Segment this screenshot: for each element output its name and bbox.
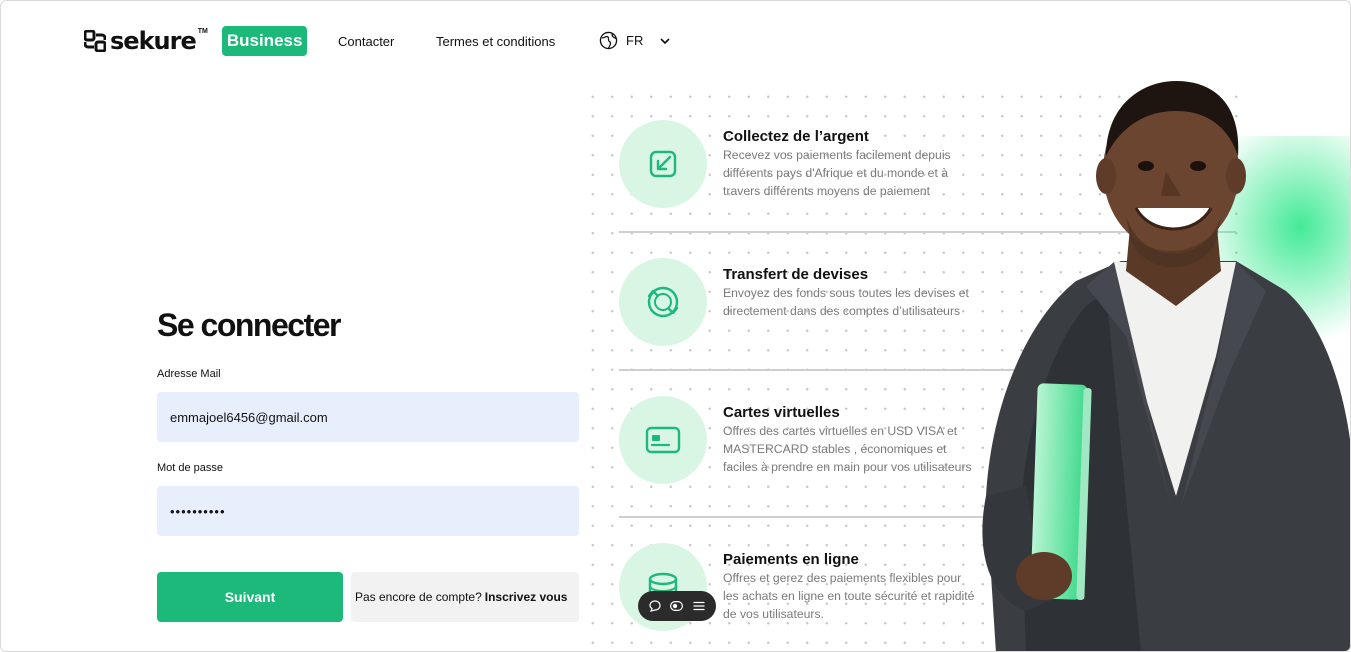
toggle-icon[interactable] [670, 601, 684, 611]
arrow-in-icon [649, 150, 677, 178]
password-label: Mot de passe [157, 462, 224, 474]
feature-transfer-icon-circle [619, 258, 707, 346]
signup-link[interactable]: Inscrivez vous [485, 590, 568, 604]
floating-toolbar [638, 591, 716, 621]
feature-cards-title: Cartes virtuelles [723, 404, 840, 421]
page: sekure TM Business Contacter Termes et c… [0, 0, 1351, 652]
feature-cards-desc: Offres des cartes virtuelles en USD VISA… [723, 424, 972, 474]
feature-payments-desc: Offres et gerez des paiements flexibles … [723, 571, 975, 621]
logo-badge: Business [221, 26, 308, 56]
page-title: Se connecter [157, 307, 341, 343]
nav-contact-link[interactable]: Contacter [338, 34, 394, 49]
email-label: Adresse Mail [157, 368, 221, 380]
language-selector[interactable]: FR [599, 31, 671, 50]
feature-transfer-title: Transfert de devises [723, 266, 869, 283]
logo[interactable]: sekure TM Business [84, 26, 308, 56]
language-label: FR [626, 33, 644, 48]
logo-trademark: TM [197, 28, 208, 35]
header: sekure TM Business Contacter Termes et c… [1, 1, 1350, 81]
signup-prompt: Pas encore de compte? [355, 590, 482, 604]
sekure-logo-icon [84, 30, 106, 52]
feature-payments-title: Paiements en ligne [723, 551, 859, 568]
logo-text: sekure [110, 27, 197, 55]
signup-box: Pas encore de compte? Inscrivez vous [351, 572, 579, 622]
feature-cards-icon-circle [619, 396, 707, 484]
chevron-down-icon [660, 37, 670, 44]
menu-icon[interactable] [693, 601, 705, 611]
feature-transfer-desc: Envoyez des fonds sous toutes les devise… [723, 286, 969, 318]
nav-terms-link[interactable]: Termes et conditions [436, 34, 555, 49]
feature-collect-desc: Recevez vos paiements facilement depuis … [723, 148, 951, 198]
feature-collect-icon-circle [619, 120, 707, 208]
email-field[interactable]: emmajoel6456@gmail.com [157, 392, 579, 442]
card-icon [645, 426, 681, 454]
globe-icon [599, 31, 618, 50]
next-button[interactable]: Suivant [157, 572, 343, 622]
password-field[interactable]: •••••••••• [157, 486, 579, 536]
businessman-illustration [982, 81, 1350, 651]
feature-collect-title: Collectez de l’argent [723, 128, 869, 145]
chat-icon[interactable] [649, 600, 661, 612]
exchange-icon [647, 286, 679, 318]
